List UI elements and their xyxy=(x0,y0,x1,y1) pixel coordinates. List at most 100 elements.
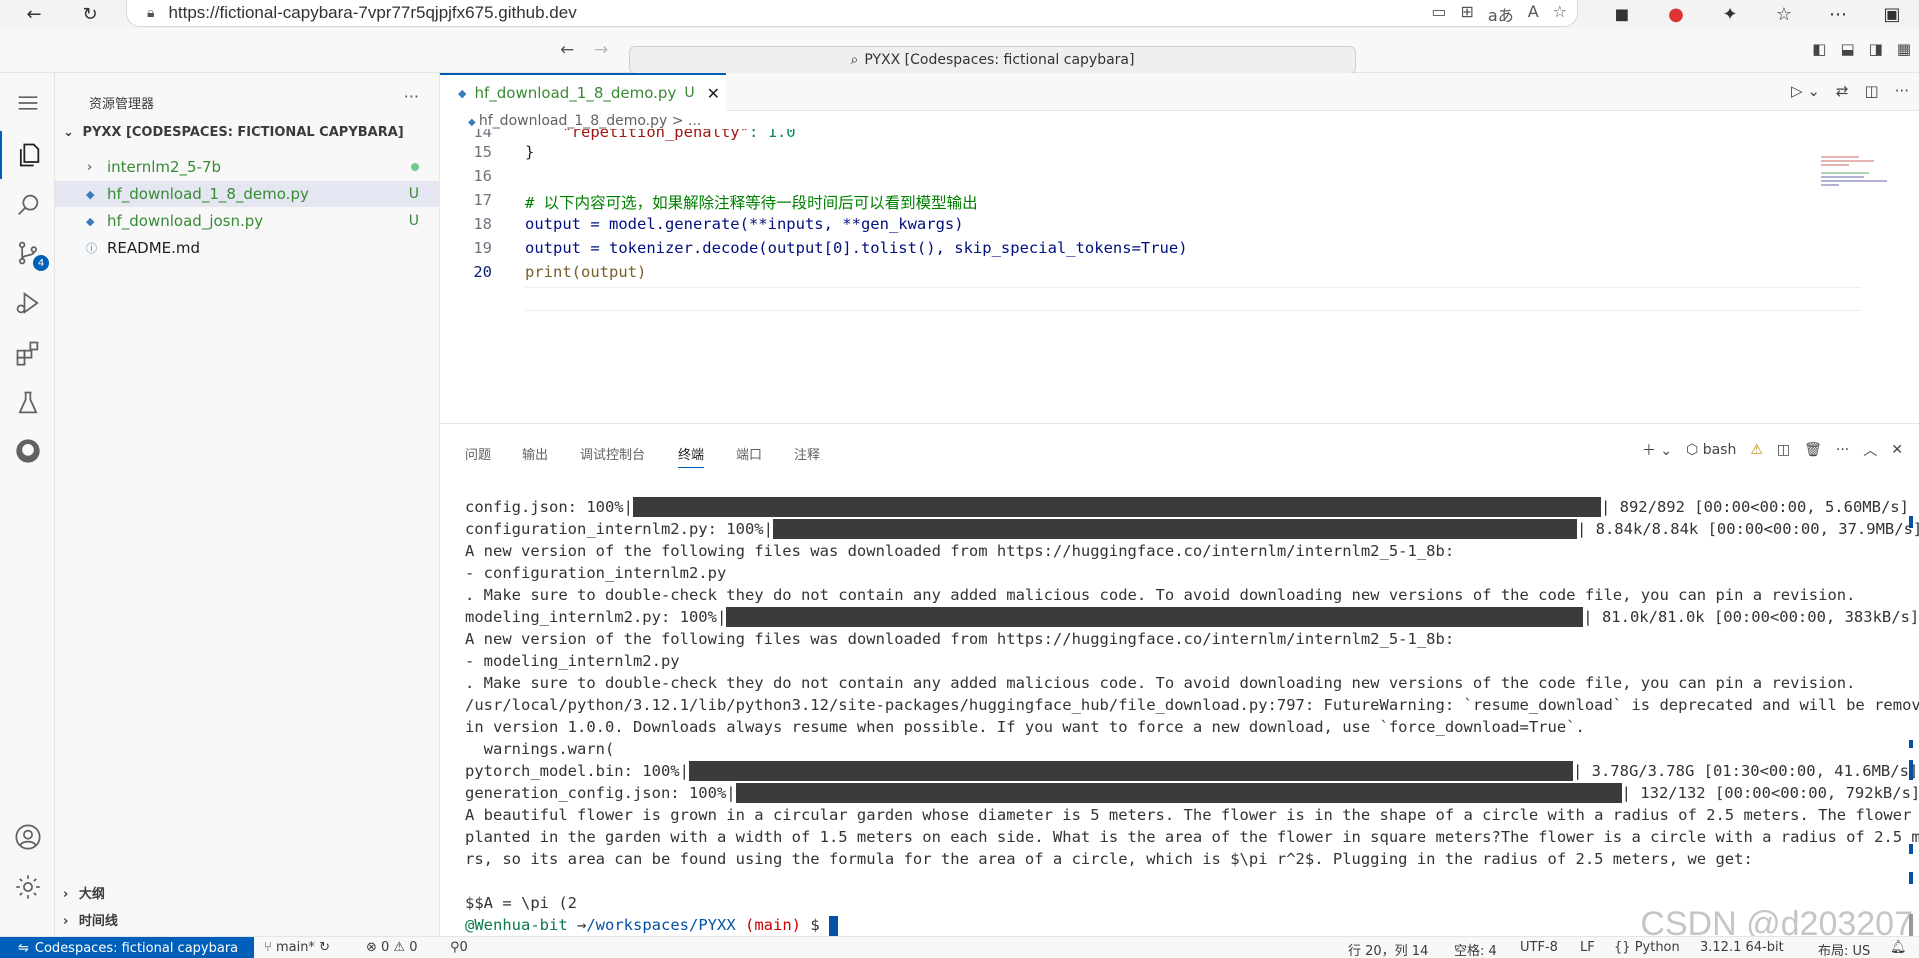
new-terminal-icon[interactable]: ＋ ⌄ xyxy=(1642,440,1672,460)
tab-ports[interactable]: 端口 xyxy=(736,444,762,463)
close-icon[interactable]: ✕ xyxy=(707,84,720,103)
current-line-highlight xyxy=(525,287,1861,311)
open-changes-icon[interactable]: ⇄ xyxy=(1836,82,1849,100)
cursor-position[interactable]: 行 20，列 14 xyxy=(1348,940,1428,958)
chevron-right-icon: › xyxy=(87,159,93,175)
branch-item[interactable]: ⑂ main* ↻ xyxy=(264,940,330,955)
back-arrow-icon[interactable]: ← xyxy=(16,0,52,28)
customize-layout-icon[interactable]: ▦ xyxy=(1897,40,1911,58)
modified-dot-icon xyxy=(411,163,419,171)
extension-bar: ◼ ● ✦ ☆ ⋯ ▣ xyxy=(1595,0,1919,28)
breadcrumb[interactable]: ◆ hf_download_1_8_demo.py > ... xyxy=(468,113,701,129)
maximize-panel-icon[interactable]: ︿ xyxy=(1863,440,1877,460)
more-actions-icon[interactable]: ··· xyxy=(1895,82,1909,100)
chevron-right-icon: › xyxy=(63,887,69,902)
tab-output[interactable]: 输出 xyxy=(522,444,548,463)
toggle-panel-icon[interactable]: ⬓ xyxy=(1840,40,1854,58)
ports-icon: ⚲ xyxy=(450,940,460,955)
terminal-text: | 8.84k/8.84k [00:00<00:00, 37.9MB/s] xyxy=(1576,520,1919,538)
kill-terminal-icon[interactable]: 🗑︎ xyxy=(1804,442,1822,458)
minimap[interactable] xyxy=(1819,155,1889,195)
toggle-primary-sidebar-icon[interactable]: ◧ xyxy=(1812,40,1826,58)
more-menu-icon[interactable]: ⋯ xyxy=(1811,0,1865,28)
prompt-arrow: → xyxy=(577,916,587,934)
python-file-icon: ◆ xyxy=(86,187,95,201)
progress-bar xyxy=(726,607,1584,627)
nav-forward-icon[interactable]: → xyxy=(594,40,608,60)
command-center[interactable]: ⌕ PYXX [Codespaces: fictional capybara] xyxy=(629,46,1356,74)
tree-item-folder[interactable]: › internlm2_5-7b xyxy=(55,154,439,180)
remote-icon: ⇋ xyxy=(18,940,29,956)
line-number: 17 xyxy=(473,191,492,209)
line-number: 14 xyxy=(473,129,492,141)
explorer-icon[interactable] xyxy=(0,131,55,179)
run-python-icon[interactable]: ▷ ⌄ xyxy=(1791,82,1820,100)
tab-debug-console[interactable]: 调试控制台 xyxy=(580,444,645,463)
nav-back-icon[interactable]: ← xyxy=(560,40,574,60)
extension-dark-icon[interactable]: ◼ xyxy=(1595,0,1649,28)
apps-icon[interactable]: ⊞ xyxy=(1460,2,1473,26)
favorites-list-icon[interactable]: ☆ xyxy=(1757,0,1811,28)
split-editor-icon[interactable]: ◫ xyxy=(1865,82,1879,100)
search-sidebar-icon[interactable] xyxy=(0,181,55,229)
refresh-icon[interactable]: ↻ xyxy=(72,0,108,28)
warning-icon[interactable]: ⚠ xyxy=(1750,442,1763,458)
outline-section[interactable]: › 大纲 xyxy=(63,883,105,902)
command-center-label: PYXX [Codespaces: fictional capybara] xyxy=(864,52,1135,68)
code-line: "repetition_penalty": 1.0 xyxy=(525,129,795,141)
tab-terminal[interactable]: 终端 xyxy=(678,444,705,468)
extension-red-icon[interactable]: ● xyxy=(1649,0,1703,28)
code-line: print(output) xyxy=(525,263,647,281)
editor-area: ◆ hf_download_1_8_demo.py U ✕ ▷ ⌄ ⇄ ◫ ··… xyxy=(440,73,1919,423)
extensions-puzzle-icon[interactable]: ✦ xyxy=(1703,0,1757,28)
code-view[interactable]: 14 15 16 17 18 19 20 "repetition_penalty… xyxy=(440,129,1919,423)
outline-label: 大纲 xyxy=(78,887,105,902)
manage-gear-icon[interactable] xyxy=(0,863,55,911)
python-interpreter[interactable]: 3.12.1 64-bit xyxy=(1700,940,1784,955)
address-bar[interactable]: 🔒︎ https://fictional-capybara-7vpr77r5qj… xyxy=(126,0,1578,27)
line-number: 15 xyxy=(473,143,492,161)
run-debug-icon[interactable] xyxy=(0,279,55,327)
account-icon[interactable] xyxy=(0,813,55,861)
terminal-output[interactable]: config.json: 100%| | 892/892 [00:00<00:00… xyxy=(465,496,1919,937)
extensions-icon[interactable] xyxy=(0,329,55,377)
language-mode[interactable]: {} Python xyxy=(1614,940,1680,955)
problems-item[interactable]: ⊗ 0 ⚠ 0 xyxy=(366,940,418,955)
favorite-star-icon[interactable]: ☆ xyxy=(1553,2,1567,26)
reader-icon[interactable]: ▭ xyxy=(1431,2,1446,26)
prompt-user: @Wenhua-bit xyxy=(465,916,568,934)
menu-icon[interactable] xyxy=(0,79,55,127)
tree-item-file[interactable]: ⓘ README.md xyxy=(55,235,439,261)
workspace-section-header[interactable]: ⌄ PYXX [CODESPACES: FICTIONAL CAPYBARA] xyxy=(63,125,404,140)
editor-tab[interactable]: ◆ hf_download_1_8_demo.py U ✕ xyxy=(440,73,726,111)
sidebar-toggle-icon[interactable]: ▣ xyxy=(1865,0,1919,28)
github-icon[interactable] xyxy=(0,427,55,475)
close-panel-icon[interactable]: ✕ xyxy=(1891,442,1903,458)
terminal-line: A new version of the following files was… xyxy=(465,542,1455,560)
timeline-section[interactable]: › 时间线 xyxy=(63,910,118,929)
text-size-icon[interactable]: A xyxy=(1528,2,1539,26)
source-control-icon[interactable]: 4 xyxy=(0,229,55,277)
tree-item-file[interactable]: ◆ hf_download_josn.py U xyxy=(55,208,439,234)
tab-problems[interactable]: 问题 xyxy=(465,444,491,463)
more-actions-icon[interactable]: ··· xyxy=(1836,442,1849,458)
keyboard-layout[interactable]: 布局: US xyxy=(1818,940,1870,958)
terminal-shell-icon[interactable]: ⬡ bash xyxy=(1686,442,1736,458)
python-file-icon: ◆ xyxy=(86,214,95,228)
remote-indicator[interactable]: ⇋ Codespaces: fictional capybara xyxy=(0,937,254,958)
status-bar: ⇋ Codespaces: fictional capybara ⑂ main*… xyxy=(0,936,1919,958)
ports-item[interactable]: ⚲0 xyxy=(450,940,468,955)
end-of-line[interactable]: LF xyxy=(1580,940,1595,955)
untracked-badge: U xyxy=(408,213,419,229)
terminal-line: in version 1.0.0. Downloads always resum… xyxy=(465,718,1585,736)
tree-item-file[interactable]: ◆ hf_download_1_8_demo.py U xyxy=(55,181,439,207)
indentation[interactable]: 空格: 4 xyxy=(1454,940,1497,958)
toggle-secondary-sidebar-icon[interactable]: ◨ xyxy=(1869,40,1883,58)
notifications-bell-icon[interactable]: 🔔︎ xyxy=(1890,940,1907,955)
testing-flask-icon[interactable] xyxy=(0,379,55,427)
tab-comments[interactable]: 注释 xyxy=(794,444,820,463)
sidebar-more-icon[interactable]: ··· xyxy=(404,87,419,106)
encoding[interactable]: UTF-8 xyxy=(1520,940,1558,955)
read-aloud-icon[interactable]: aあ xyxy=(1488,2,1514,26)
split-terminal-icon[interactable]: ◫ xyxy=(1777,442,1790,458)
